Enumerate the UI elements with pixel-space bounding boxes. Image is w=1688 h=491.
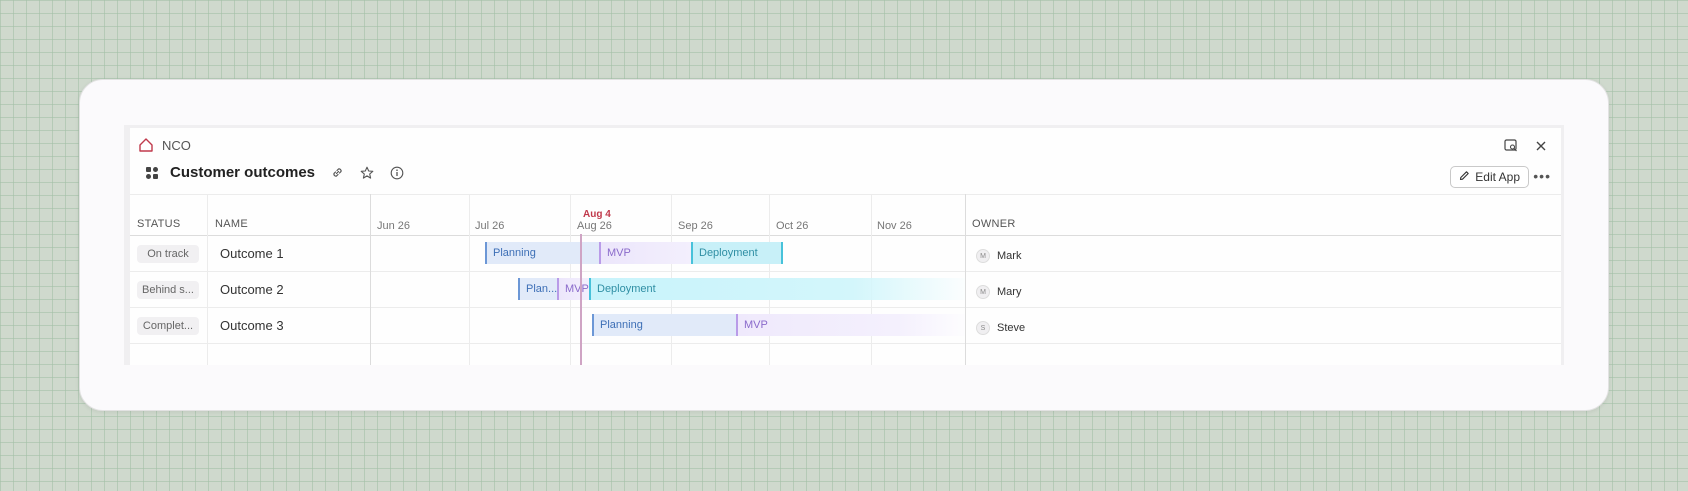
phase-label: Deployment: [699, 247, 758, 259]
month-label: Jul 26: [475, 220, 505, 232]
owner-cell[interactable]: S Steve: [976, 321, 1025, 335]
window-controls: [1503, 138, 1549, 154]
divider: [130, 194, 1561, 195]
phase-bar-deployment[interactable]: Deployment: [691, 242, 783, 264]
owner-cell[interactable]: M Mary: [976, 285, 1021, 299]
month-label: Aug 26: [577, 220, 612, 232]
avatar: M: [976, 285, 990, 299]
month-label: Oct 26: [776, 220, 809, 232]
home-icon[interactable]: [138, 137, 154, 153]
row-name[interactable]: Outcome 3: [220, 318, 284, 333]
info-icon[interactable]: [389, 165, 405, 181]
today-label: Aug 4: [583, 209, 611, 220]
app-window: NCO Customer outcomes Edit App ••• STATU…: [130, 128, 1561, 365]
page-title: Customer outcomes: [170, 164, 316, 181]
row-name[interactable]: Outcome 1: [220, 246, 284, 261]
status-badge[interactable]: Behind s...: [137, 281, 199, 299]
phase-label: MVP: [607, 247, 631, 259]
owner-cell[interactable]: M Mark: [976, 249, 1021, 263]
more-icon[interactable]: •••: [1533, 168, 1551, 184]
edit-app-button[interactable]: Edit App: [1450, 166, 1529, 188]
breadcrumb: NCO: [138, 137, 191, 153]
divider: [130, 307, 1561, 308]
status-badge[interactable]: Complet...: [137, 317, 199, 335]
phase-bar-mvp[interactable]: MVP: [557, 278, 589, 300]
divider: [130, 343, 1561, 344]
phase-bar-deployment[interactable]: Deployment: [589, 278, 965, 300]
status-badge[interactable]: On track: [137, 245, 199, 263]
phase-bar-planning[interactable]: Plan...: [518, 278, 557, 300]
phase-bar-mvp[interactable]: MVP: [599, 242, 691, 264]
phase-label: Deployment: [597, 283, 656, 295]
timeline-table: STATUS NAME OWNER Jun 26 Jul 26 Aug 26 S…: [130, 194, 1561, 365]
breadcrumb-label[interactable]: NCO: [162, 138, 191, 153]
owner-name: Mark: [997, 250, 1022, 262]
app-panel: NCO Customer outcomes Edit App ••• STATU…: [124, 125, 1564, 365]
month-label: Jun 26: [377, 220, 411, 232]
divider: [130, 235, 1561, 236]
app-grid-icon: [144, 165, 160, 181]
preview-icon[interactable]: [1503, 138, 1519, 154]
phase-label: Planning: [600, 319, 643, 331]
month-label: Nov 26: [877, 220, 912, 232]
column-header-status[interactable]: STATUS: [137, 218, 181, 230]
phase-bar-planning[interactable]: Planning: [592, 314, 736, 336]
title-row: Customer outcomes: [140, 164, 405, 181]
divider: [207, 194, 208, 365]
owner-name: Steve: [997, 322, 1026, 334]
avatar: M: [976, 249, 990, 263]
owner-name: Mary: [997, 286, 1022, 298]
phase-label: MVP: [744, 319, 768, 331]
divider: [130, 271, 1561, 272]
divider: [965, 194, 966, 365]
column-header-owner[interactable]: OWNER: [972, 218, 1016, 230]
phase-label: MVP: [565, 283, 589, 295]
today-marker: [580, 234, 582, 365]
link-icon[interactable]: [329, 165, 345, 181]
divider: [469, 194, 470, 365]
phase-label: Plan...: [526, 283, 557, 295]
phase-label: Planning: [493, 247, 536, 259]
column-header-name[interactable]: NAME: [215, 218, 248, 230]
pencil-icon: [1459, 170, 1470, 184]
divider: [370, 194, 371, 365]
month-label: Sep 26: [678, 220, 713, 232]
row-name[interactable]: Outcome 2: [220, 282, 284, 297]
close-icon[interactable]: [1533, 138, 1549, 154]
edit-app-label: Edit App: [1475, 170, 1520, 184]
phase-bar-mvp[interactable]: MVP: [736, 314, 965, 336]
star-icon[interactable]: [359, 165, 375, 181]
avatar: S: [976, 321, 990, 335]
